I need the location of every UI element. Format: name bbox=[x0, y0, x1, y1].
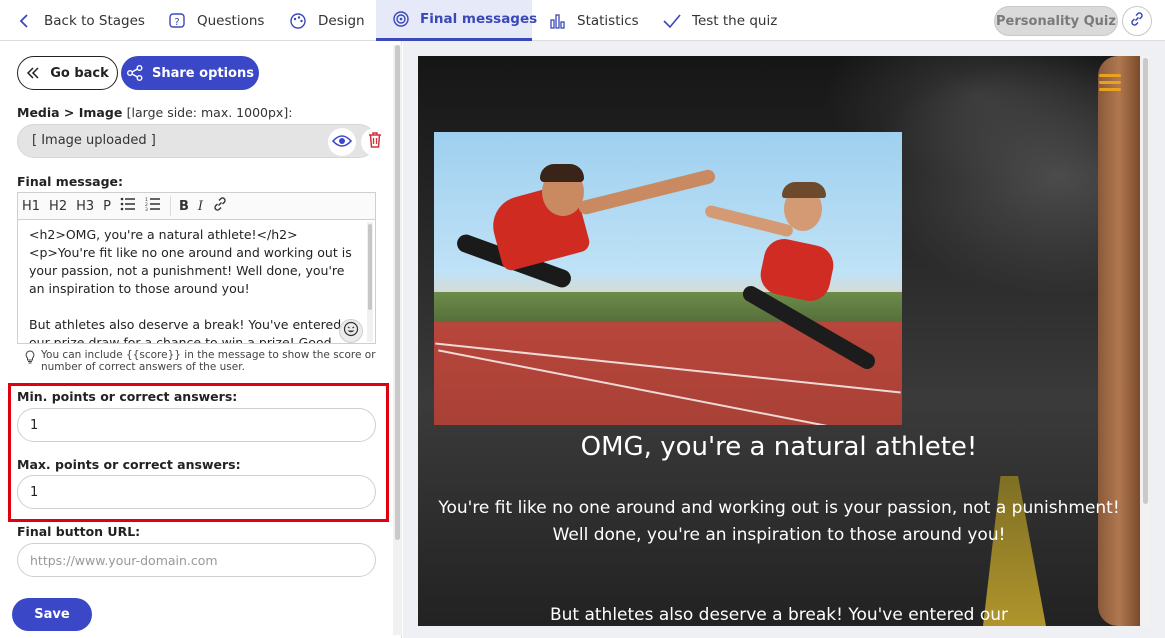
tab-design-label: Design bbox=[318, 12, 365, 29]
final-message-editor[interactable]: <h2>OMG, you're a natural athlete!</h2> … bbox=[17, 219, 376, 344]
bullet-list-icon bbox=[120, 197, 136, 215]
bold-button[interactable]: B bbox=[179, 195, 189, 217]
eye-icon bbox=[331, 133, 353, 152]
go-back-button[interactable]: Go back bbox=[17, 56, 118, 90]
h3-button[interactable]: H3 bbox=[76, 195, 94, 217]
share-options-button[interactable]: Share options bbox=[121, 56, 259, 90]
numbered-list-button[interactable]: 123 bbox=[145, 195, 161, 217]
photo-track-line bbox=[435, 342, 901, 394]
photo-man-arm bbox=[577, 168, 717, 216]
preview-body-continued: But athletes also deserve a break! You'v… bbox=[549, 605, 1009, 625]
tab-questions[interactable]: ? Questions bbox=[167, 0, 277, 41]
link-button[interactable] bbox=[212, 195, 228, 217]
share-options-label: Share options bbox=[152, 65, 254, 81]
min-points-label: Min. points or correct answers: bbox=[17, 389, 238, 404]
svg-text:3: 3 bbox=[145, 207, 148, 211]
go-back-label: Go back bbox=[50, 65, 109, 81]
checkmark-icon bbox=[662, 11, 682, 31]
menu-icon[interactable] bbox=[1099, 74, 1121, 92]
chevron-left-icon bbox=[14, 11, 34, 31]
share-link-button[interactable] bbox=[1122, 6, 1152, 36]
tab-test-quiz[interactable]: Test the quiz bbox=[662, 0, 782, 41]
athletes-photo bbox=[434, 132, 902, 425]
save-button[interactable]: Save bbox=[12, 598, 92, 631]
photo-track-line bbox=[438, 349, 898, 425]
max-points-label: Max. points or correct answers: bbox=[17, 457, 241, 472]
max-points-input[interactable]: 1 bbox=[17, 475, 376, 509]
tab-final-messages[interactable]: Final messages bbox=[376, 0, 537, 41]
tab-questions-label: Questions bbox=[197, 12, 265, 29]
media-label-text: Media > Image bbox=[17, 105, 123, 120]
numbered-list-icon: 123 bbox=[145, 197, 161, 215]
trash-icon bbox=[367, 131, 383, 153]
button-url-placeholder: https://www.your-domain.com bbox=[30, 553, 218, 568]
back-to-stages-label: Back to Stages bbox=[44, 12, 145, 29]
svg-text:?: ? bbox=[174, 17, 179, 28]
palette-icon bbox=[288, 11, 308, 31]
h1-button[interactable]: H1 bbox=[22, 195, 40, 217]
button-url-label: Final button URL: bbox=[17, 524, 141, 539]
lightbulb-icon bbox=[25, 349, 35, 368]
target-icon bbox=[392, 9, 410, 29]
media-label-sub: [large side: max. 1000px]: bbox=[126, 105, 293, 120]
photo-woman-arm bbox=[703, 204, 795, 238]
min-points-value: 1 bbox=[30, 418, 39, 433]
emoji-button[interactable] bbox=[339, 319, 363, 343]
final-message-content[interactable]: <h2>OMG, you're a natural athlete!</h2> … bbox=[29, 226, 354, 343]
score-hint: You can include {{score}} in the message… bbox=[41, 349, 376, 373]
max-points-value: 1 bbox=[30, 485, 39, 500]
top-navigation: Back to Stages ? Questions Design Final … bbox=[0, 0, 1165, 41]
emoji-icon bbox=[343, 321, 359, 341]
button-url-input[interactable]: https://www.your-domain.com bbox=[17, 543, 376, 577]
min-points-input[interactable]: 1 bbox=[17, 408, 376, 442]
preview-image-button[interactable] bbox=[328, 128, 356, 156]
italic-button[interactable]: I bbox=[198, 195, 203, 217]
link-icon bbox=[1129, 11, 1145, 31]
tab-statistics-label: Statistics bbox=[577, 12, 639, 29]
quiz-type-badge[interactable]: Personality Quiz bbox=[994, 6, 1118, 36]
delete-image-button[interactable] bbox=[361, 128, 389, 156]
editor-toolbar: H1 H2 H3 P 123 B I bbox=[17, 192, 376, 219]
tab-design[interactable]: Design bbox=[288, 0, 378, 41]
paragraph-button[interactable]: P bbox=[103, 195, 111, 217]
editor-scrollbar-thumb[interactable] bbox=[368, 224, 372, 310]
h2-button[interactable]: H2 bbox=[49, 195, 67, 217]
panel-scrollbar-thumb[interactable] bbox=[395, 45, 400, 540]
preview-body: You're fit like no one around and workin… bbox=[438, 498, 1120, 545]
double-chevron-left-icon bbox=[26, 66, 40, 80]
image-field-value: [ Image uploaded ] bbox=[32, 133, 156, 148]
photo-trees bbox=[434, 292, 902, 322]
media-label: Media > Image [large side: max. 1000px]: bbox=[17, 105, 292, 120]
bullet-list-button[interactable] bbox=[120, 195, 136, 217]
toolbar-divider bbox=[169, 196, 171, 216]
photo-woman-hair bbox=[782, 182, 826, 198]
tab-test-quiz-label: Test the quiz bbox=[692, 12, 778, 29]
bar-chart-icon bbox=[547, 11, 567, 31]
preview-scrollbar-thumb[interactable] bbox=[1143, 58, 1148, 504]
photo-man-hair bbox=[540, 164, 584, 182]
back-to-stages-link[interactable]: Back to Stages bbox=[14, 0, 154, 41]
image-field: [ Image uploaded ] bbox=[17, 124, 389, 158]
final-message-label: Final message: bbox=[17, 174, 124, 189]
share-icon bbox=[126, 64, 144, 82]
tab-final-messages-label: Final messages bbox=[420, 11, 538, 27]
preview-title: OMG, you're a natural athlete! bbox=[580, 432, 978, 462]
tab-statistics[interactable]: Statistics bbox=[547, 0, 647, 41]
question-icon: ? bbox=[167, 11, 187, 31]
link-icon bbox=[212, 196, 228, 216]
